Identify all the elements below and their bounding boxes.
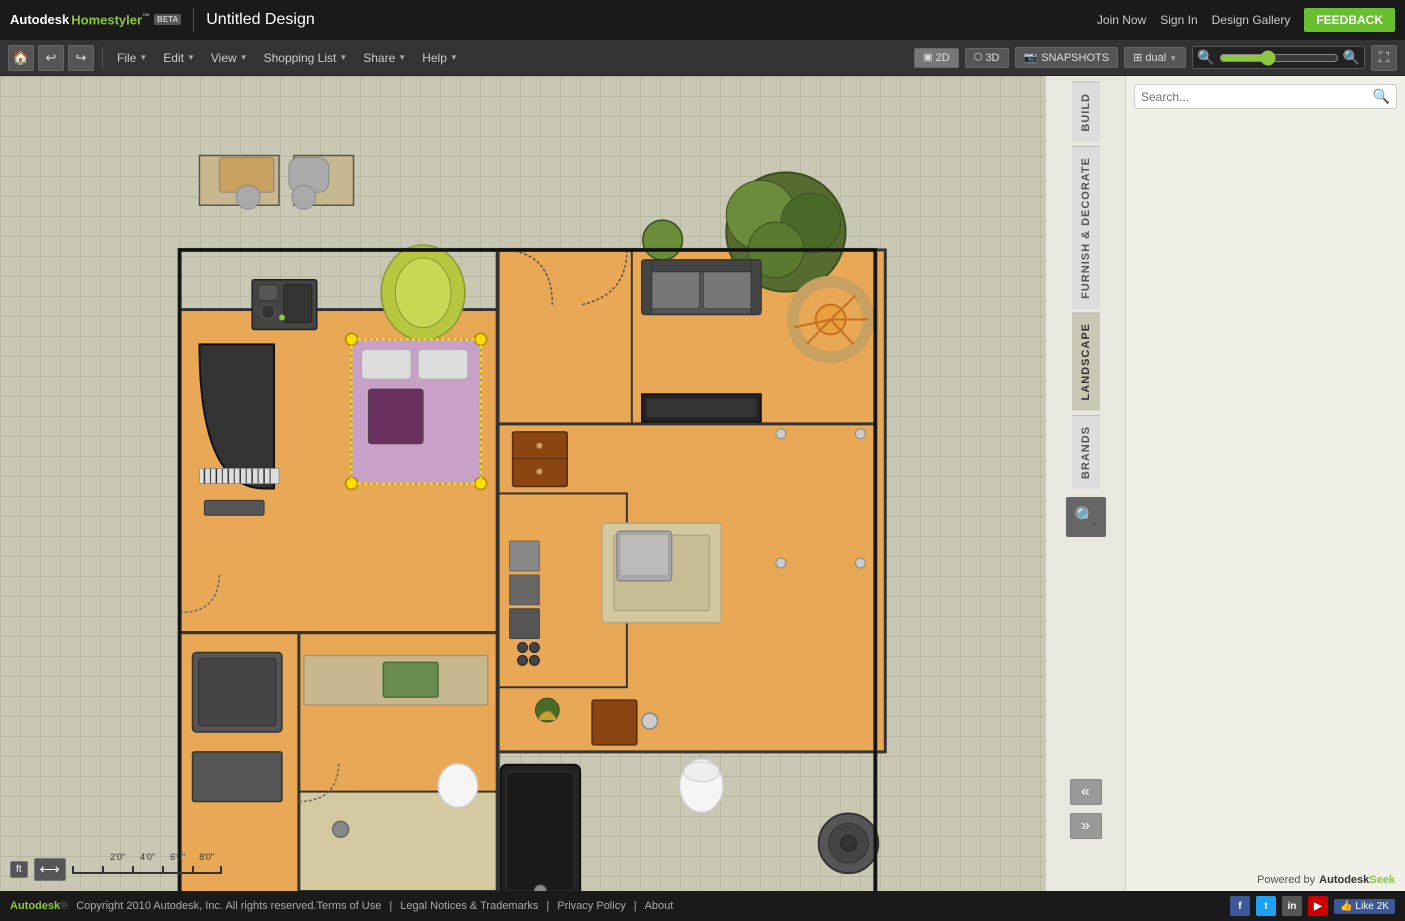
search-panel-button[interactable]: 🔍 (1066, 497, 1106, 537)
view-3d-button[interactable]: ⬡ 3D (965, 48, 1009, 68)
top-nav-bar: Autodesk Homestyler™ BETA Untitled Desig… (0, 0, 1405, 40)
help-menu[interactable]: Help ▼ (416, 47, 464, 69)
toolbar-separator (102, 47, 103, 69)
camera-icon: 📷 (1024, 51, 1038, 64)
like-button[interactable]: 👍 Like 2K (1334, 899, 1395, 914)
autodesk-logo: Autodesk Homestyler™ BETA (10, 12, 181, 27)
thumbs-up-icon: 👍 (1340, 901, 1352, 912)
undo-button[interactable]: ↩ (38, 45, 64, 71)
dual-arrow: ▼ (1169, 54, 1177, 63)
scale-bar: ft ⟷ 2'0" 4'0" 6'0" 8'0" (10, 858, 222, 881)
collapse-up-button[interactable]: « (1070, 779, 1102, 805)
terms-link[interactable]: Terms of Use (317, 900, 382, 912)
help-menu-arrow: ▼ (450, 53, 458, 62)
scale-ruler: 2'0" 4'0" 6'0" 8'0" (72, 866, 222, 874)
zoom-slider[interactable] (1219, 50, 1339, 66)
view-2d-button[interactable]: ▣ 2D (914, 48, 959, 68)
home-button[interactable]: 🏠 (8, 45, 34, 71)
design-title: Untitled Design (206, 11, 315, 29)
floor-plan (0, 76, 1045, 891)
fullscreen-button[interactable]: ⛶ (1371, 45, 1397, 71)
search-submit-icon: 🔍 (1373, 88, 1390, 104)
separator-3: | (634, 900, 637, 912)
view-menu-arrow: ▼ (240, 53, 248, 62)
autodesk-text: Autodesk (10, 12, 69, 27)
join-now-link[interactable]: Join Now (1097, 13, 1146, 27)
search-submit-button[interactable]: 🔍 (1373, 88, 1390, 105)
ruler-mark-8: 8'0" (192, 866, 222, 874)
shopping-list-menu[interactable]: Shopping List ▼ (258, 47, 354, 69)
furnish-tab[interactable]: FURNISH & DECORATE (1072, 146, 1100, 309)
file-menu-arrow: ▼ (139, 53, 147, 62)
beta-badge: BETA (154, 14, 181, 25)
search-icon: 🔍 (1074, 506, 1096, 527)
ruler-mark-6: 6'0" (162, 866, 192, 874)
file-menu[interactable]: File ▼ (111, 47, 153, 69)
bottom-status-bar: Autodesk® Copyright 2010 Autodesk, Inc. … (0, 891, 1405, 921)
top-nav-right: Join Now Sign In Design Gallery FEEDBACK (1097, 8, 1395, 32)
about-link[interactable]: About (645, 900, 674, 912)
landscape-tab[interactable]: LANDSCAPE (1072, 312, 1100, 410)
autodesk-footer-logo: Autodesk® (10, 900, 68, 912)
canvas-area[interactable]: ft ⟷ 2'0" 4'0" 6'0" 8'0" (0, 76, 1045, 891)
zoom-out-icon[interactable]: 🔍 (1197, 49, 1214, 66)
share-menu[interactable]: Share ▼ (357, 47, 412, 69)
design-gallery-link[interactable]: Design Gallery (1212, 13, 1291, 27)
feedback-button[interactable]: FEEDBACK (1304, 8, 1395, 32)
powered-by-label: Powered by (1257, 874, 1315, 886)
share-menu-arrow: ▼ (398, 53, 406, 62)
snapshots-button[interactable]: 📷 SNAPSHOTS (1015, 47, 1119, 68)
twitter-icon[interactable]: t (1256, 896, 1276, 916)
search-input[interactable] (1141, 90, 1369, 104)
bottom-bar-right: f t in ▶ 👍 Like 2K (1230, 896, 1395, 916)
youtube-icon[interactable]: ▶ (1308, 896, 1328, 916)
separator-1: | (389, 900, 392, 912)
brands-tab[interactable]: BRANDS (1072, 415, 1100, 489)
legal-link[interactable]: Legal Notices & Trademarks (400, 900, 538, 912)
sign-in-link[interactable]: Sign In (1160, 13, 1197, 27)
edit-menu[interactable]: Edit ▼ (157, 47, 201, 69)
right-panel: BUILD FURNISH & DECORATE LANDSCAPE BRAND… (1045, 76, 1125, 891)
search-box-container: 🔍 (1134, 84, 1397, 109)
social-icon-3[interactable]: in (1282, 896, 1302, 916)
unit-button[interactable]: ft (10, 861, 28, 878)
privacy-link[interactable]: Privacy Policy (557, 900, 625, 912)
main-toolbar: 🏠 ↩ ↪ File ▼ Edit ▼ View ▼ Shopping List… (0, 40, 1405, 76)
ruler-mark-4: 4'0" (132, 866, 162, 874)
ruler-icon: ⟷ (40, 861, 60, 878)
ruler-mark-0 (72, 866, 102, 874)
main-area: ft ⟷ 2'0" 4'0" 6'0" 8'0" (0, 76, 1405, 891)
nav-divider (193, 8, 194, 32)
redo-button[interactable]: ↪ (68, 45, 94, 71)
toolbar-right: ▣ 2D ⬡ 3D 📷 SNAPSHOTS ⊞ dual ▼ 🔍 🔍 ⛶ (914, 45, 1397, 71)
homestyler-text: Homestyler™ (71, 12, 150, 27)
copyright-text: Copyright 2010 Autodesk, Inc. All rights… (76, 900, 316, 912)
dual-button[interactable]: ⊞ dual ▼ (1124, 47, 1186, 68)
view-menu[interactable]: View ▼ (205, 47, 254, 69)
search-panel-area: 🔍 Powered by AutodeskSeek (1125, 76, 1405, 891)
shopping-list-arrow: ▼ (339, 53, 347, 62)
build-tab[interactable]: BUILD (1072, 82, 1100, 142)
ruler-mark-2: 2'0" (102, 866, 132, 874)
zoom-in-icon[interactable]: 🔍 (1343, 49, 1360, 66)
measure-button[interactable]: ⟷ (34, 858, 66, 881)
facebook-icon[interactable]: f (1230, 896, 1250, 916)
edit-menu-arrow: ▼ (187, 53, 195, 62)
zoom-control: 🔍 🔍 (1192, 46, 1365, 69)
autodesk-seek-label: AutodeskSeek (1319, 874, 1395, 886)
dual-icon: ⊞ (1133, 52, 1142, 64)
separator-2: | (546, 900, 549, 912)
collapse-down-button[interactable]: » (1070, 813, 1102, 839)
